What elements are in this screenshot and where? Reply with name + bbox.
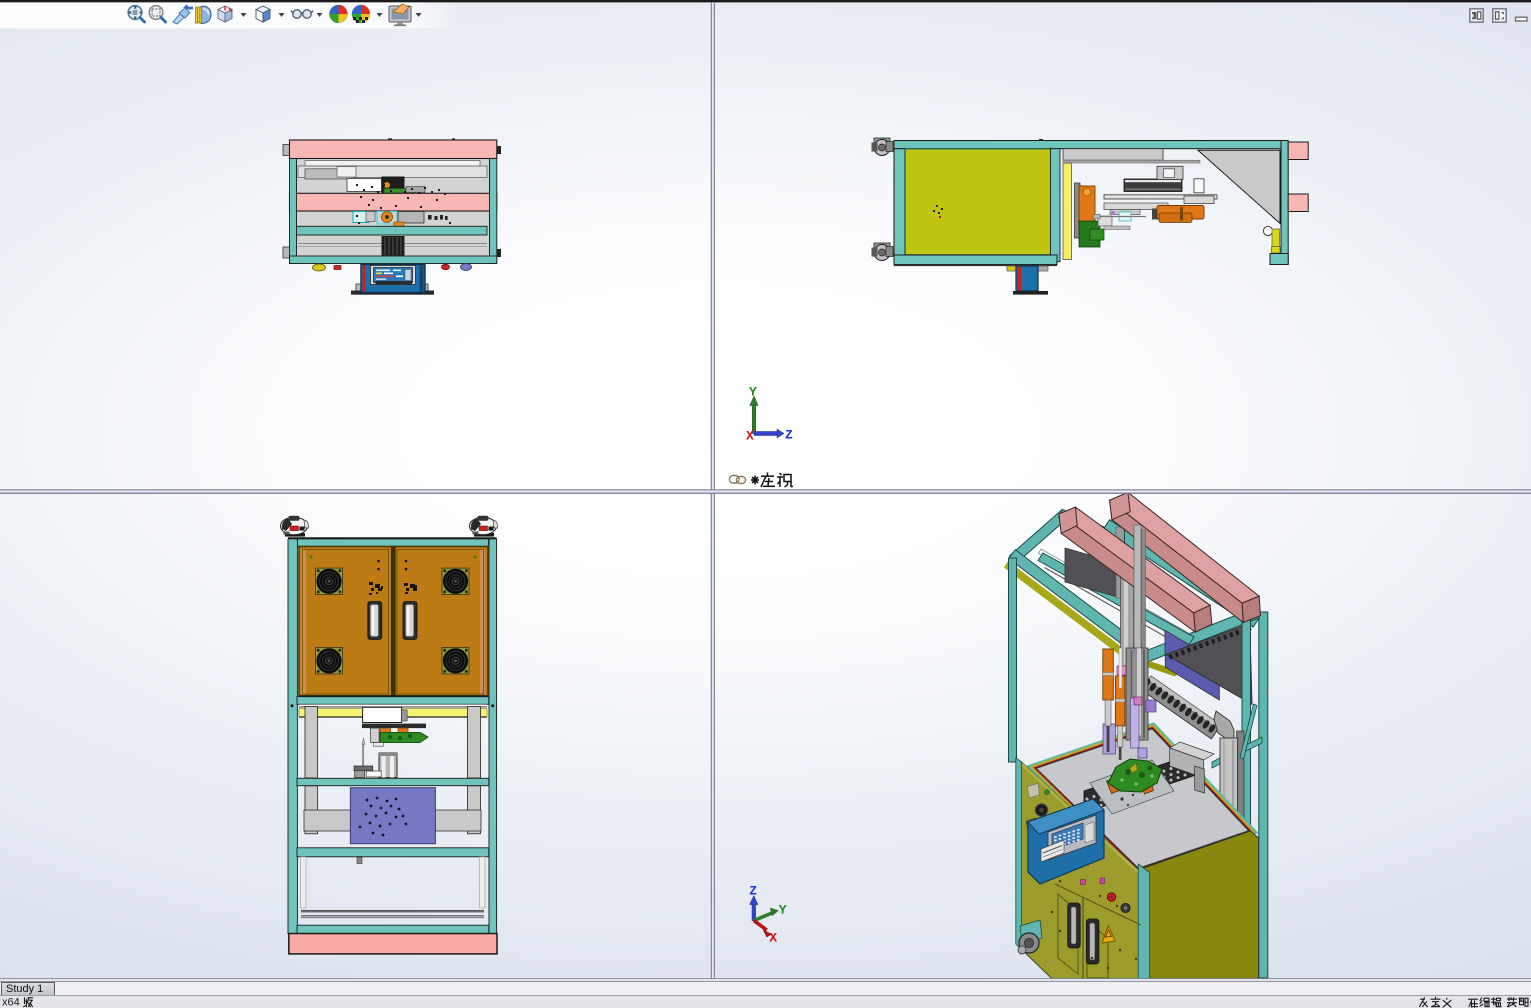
svg-text:Z: Z bbox=[749, 884, 757, 899]
svg-text:Y: Y bbox=[749, 385, 757, 400]
svg-text:X: X bbox=[746, 429, 754, 444]
svg-text:x64: x64 bbox=[2, 996, 20, 1008]
svg-text:Y: Y bbox=[779, 903, 787, 918]
svg-text:X: X bbox=[769, 931, 777, 946]
svg-text:Z: Z bbox=[785, 428, 793, 443]
